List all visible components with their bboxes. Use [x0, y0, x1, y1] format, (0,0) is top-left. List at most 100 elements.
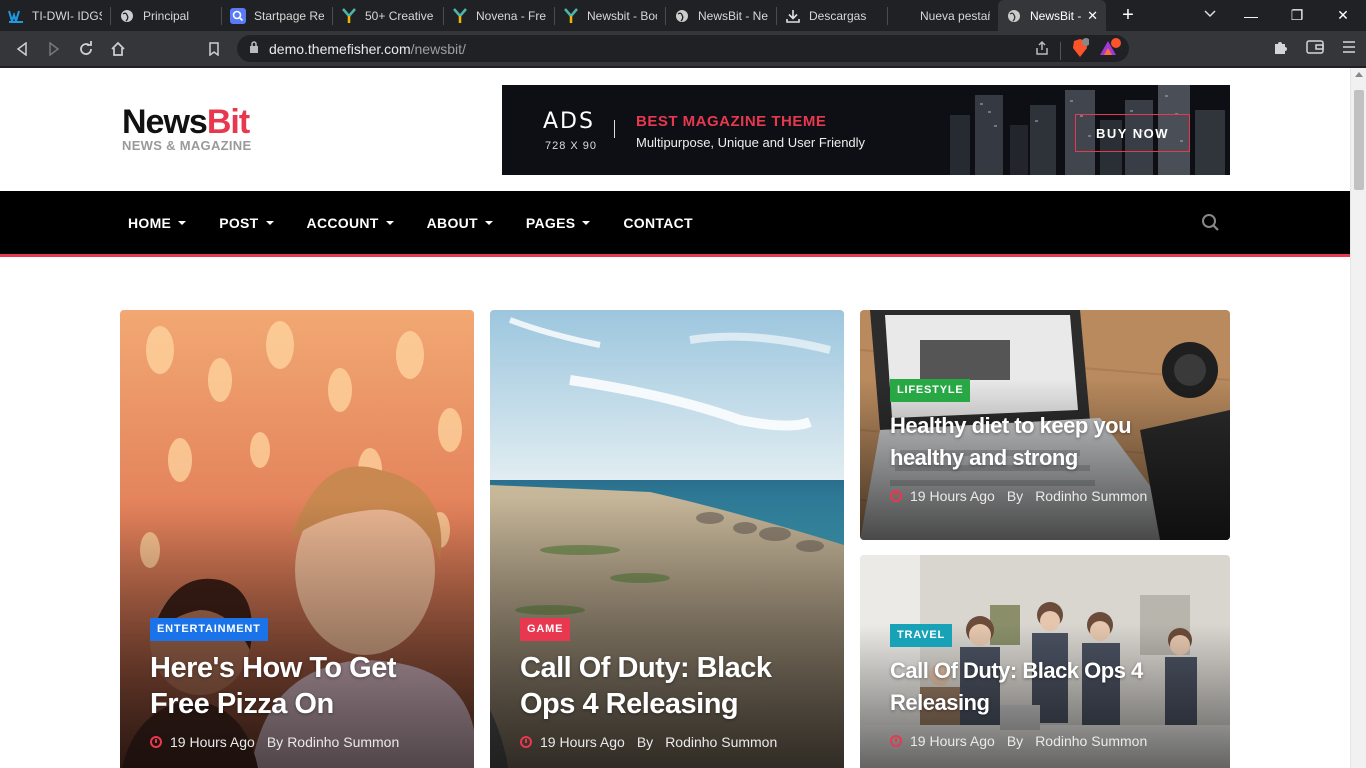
browser-tab[interactable]: Principal — [111, 0, 221, 31]
browser-tab-active[interactable]: NewsBit - ✕ — [998, 0, 1106, 31]
post-meta: 19 Hours Ago By Rodinho Summon — [150, 734, 399, 750]
caret-down-icon — [582, 220, 591, 225]
post-author[interactable]: Rodinho Summon — [665, 734, 777, 750]
browser-tab[interactable]: Nueva pestaña — [888, 0, 998, 31]
tab-title: Descargas — [809, 8, 867, 23]
browser-tab[interactable]: Descargas — [777, 0, 887, 31]
lock-icon — [249, 41, 259, 56]
clock-icon — [890, 490, 902, 502]
themefisher-icon — [452, 7, 468, 24]
tab-title: TI-DWI- IDGS — [32, 8, 102, 23]
nav-item-post[interactable]: POST — [219, 215, 274, 231]
ad-banner[interactable]: ADS 728 X 90 BEST MAGAZINE THEME Multipu… — [502, 85, 1230, 175]
web-page: NewsBit NEWS & MAGAZINE ADS 728 X 90 BES… — [0, 68, 1350, 768]
close-window-icon[interactable]: ✕ — [1320, 7, 1366, 24]
wallet-icon[interactable] — [1298, 39, 1332, 58]
site-logo-icon — [8, 8, 24, 24]
scroll-up-arrow-icon[interactable] — [1355, 72, 1363, 77]
brave-shields-icon[interactable] — [1071, 38, 1090, 63]
clock-icon — [150, 736, 162, 748]
logo-tagline: NEWS & MAGAZINE — [122, 138, 252, 153]
post-time: 19 Hours Ago — [910, 733, 995, 749]
tab-title: NewsBit - New — [698, 8, 768, 23]
browser-tab[interactable]: Novena - Free — [444, 0, 554, 31]
post-meta: 19 Hours Ago By Rodinho Summon — [520, 734, 777, 750]
ad-text: Multipurpose, Unique and User Friendly — [636, 135, 866, 150]
featured-post-card[interactable]: LIFESTYLE Healthy diet to keep you healt… — [860, 310, 1230, 540]
globe-icon — [1006, 8, 1022, 24]
forward-button[interactable] — [38, 33, 70, 65]
featured-post-card[interactable]: TRAVEL Call Of Duty: Black Ops 4 Releasi… — [860, 555, 1230, 768]
browser-tab[interactable]: TI-DWI- IDGS — [0, 0, 110, 31]
share-icon[interactable] — [1034, 40, 1050, 61]
tab-title: Principal — [143, 8, 190, 23]
caret-down-icon — [484, 220, 493, 225]
category-badge[interactable]: LIFESTYLE — [890, 379, 971, 402]
tab-title: Nueva pestaña — [920, 8, 990, 23]
browser-tab[interactable]: Startpage Res — [222, 0, 332, 31]
browser-tab-strip: TI-DWI- IDGS Principal Startpage Res 50+… — [0, 0, 1366, 31]
category-badge[interactable]: TRAVEL — [890, 624, 952, 647]
clock-icon — [890, 735, 902, 747]
post-title[interactable]: Healthy diet to keep you healthy and str… — [890, 410, 1220, 474]
browser-tab[interactable]: Newsbit - Boo — [555, 0, 665, 31]
themefisher-icon — [341, 7, 357, 24]
nav-item-pages[interactable]: PAGES — [526, 215, 591, 231]
themefisher-icon — [563, 7, 579, 24]
brave-rewards-icon[interactable] — [1099, 38, 1121, 63]
clock-icon — [520, 736, 532, 748]
search-icon — [230, 7, 246, 24]
extensions-puzzle-icon[interactable] — [1264, 39, 1298, 59]
post-meta: 19 Hours Ago By Rodinho Summon — [890, 488, 1147, 504]
browser-tab[interactable]: 50+ Creative F — [333, 0, 443, 31]
post-title[interactable]: Call Of Duty: Black Ops 4 Releasing — [890, 655, 1220, 719]
bookmark-icon[interactable] — [198, 33, 230, 65]
search-icon[interactable] — [1201, 213, 1221, 233]
main-navigation: HOME POST ACCOUNT ABOUT PAGES CONTACT — [0, 191, 1350, 257]
tab-title: Novena - Free — [476, 8, 546, 23]
caret-down-icon — [385, 220, 394, 225]
nav-item-about[interactable]: ABOUT — [427, 215, 493, 231]
site-logo[interactable]: NewsBit NEWS & MAGAZINE — [122, 105, 251, 153]
back-button[interactable] — [6, 33, 38, 65]
reload-button[interactable] — [70, 33, 102, 65]
post-author[interactable]: Rodinho Summon — [1035, 488, 1147, 504]
tab-title: NewsBit - — [1030, 8, 1082, 23]
nav-item-home[interactable]: HOME — [128, 215, 187, 231]
window-controls: — ❐ ✕ — [1228, 0, 1366, 31]
post-author[interactable]: Rodinho Summon — [287, 734, 399, 750]
download-icon — [785, 8, 801, 24]
home-button[interactable] — [102, 33, 134, 65]
chevron-down-icon[interactable] — [1204, 7, 1216, 21]
featured-post-card[interactable]: ENTERTAINMENT Here's How To Get Free Piz… — [120, 310, 474, 768]
featured-post-card[interactable]: GAME Call Of Duty: Black Ops 4 Releasing… — [490, 310, 844, 768]
logo-bit-text: Bit — [206, 103, 250, 141]
browser-toolbar: demo.themefisher.com/newsbit/ — [0, 31, 1366, 66]
category-badge[interactable]: ENTERTAINMENT — [150, 618, 268, 641]
page-scrollbar[interactable] — [1350, 68, 1366, 768]
close-tab-icon[interactable]: ✕ — [1087, 8, 1098, 24]
restore-icon[interactable]: ❐ — [1274, 7, 1320, 24]
buy-now-button[interactable]: BUY NOW — [1075, 114, 1190, 152]
tab-title: 50+ Creative F — [365, 8, 435, 23]
menu-icon[interactable] — [1332, 40, 1366, 58]
nav-item-account[interactable]: ACCOUNT — [307, 215, 394, 231]
post-author[interactable]: Rodinho Summon — [1035, 733, 1147, 749]
post-time: 19 Hours Ago — [540, 734, 625, 750]
category-badge[interactable]: GAME — [520, 618, 571, 641]
address-bar[interactable]: demo.themefisher.com/newsbit/ — [237, 35, 1129, 62]
post-title[interactable]: Here's How To Get Free Pizza On — [150, 650, 460, 722]
logo-news-text: News — [122, 103, 208, 141]
nav-item-contact[interactable]: CONTACT — [623, 215, 693, 231]
caret-down-icon — [178, 220, 187, 225]
new-tab-button[interactable]: + — [1112, 4, 1144, 27]
ad-tag: ADS — [543, 109, 595, 134]
caret-down-icon — [265, 220, 274, 225]
post-time: 19 Hours Ago — [910, 488, 995, 504]
globe-icon — [674, 8, 690, 24]
scrollbar-thumb[interactable] — [1354, 90, 1364, 190]
post-title[interactable]: Call Of Duty: Black Ops 4 Releasing — [520, 650, 830, 722]
minimize-icon[interactable]: — — [1228, 8, 1274, 24]
browser-tab[interactable]: NewsBit - New — [666, 0, 776, 31]
post-time: 19 Hours Ago — [170, 734, 255, 750]
